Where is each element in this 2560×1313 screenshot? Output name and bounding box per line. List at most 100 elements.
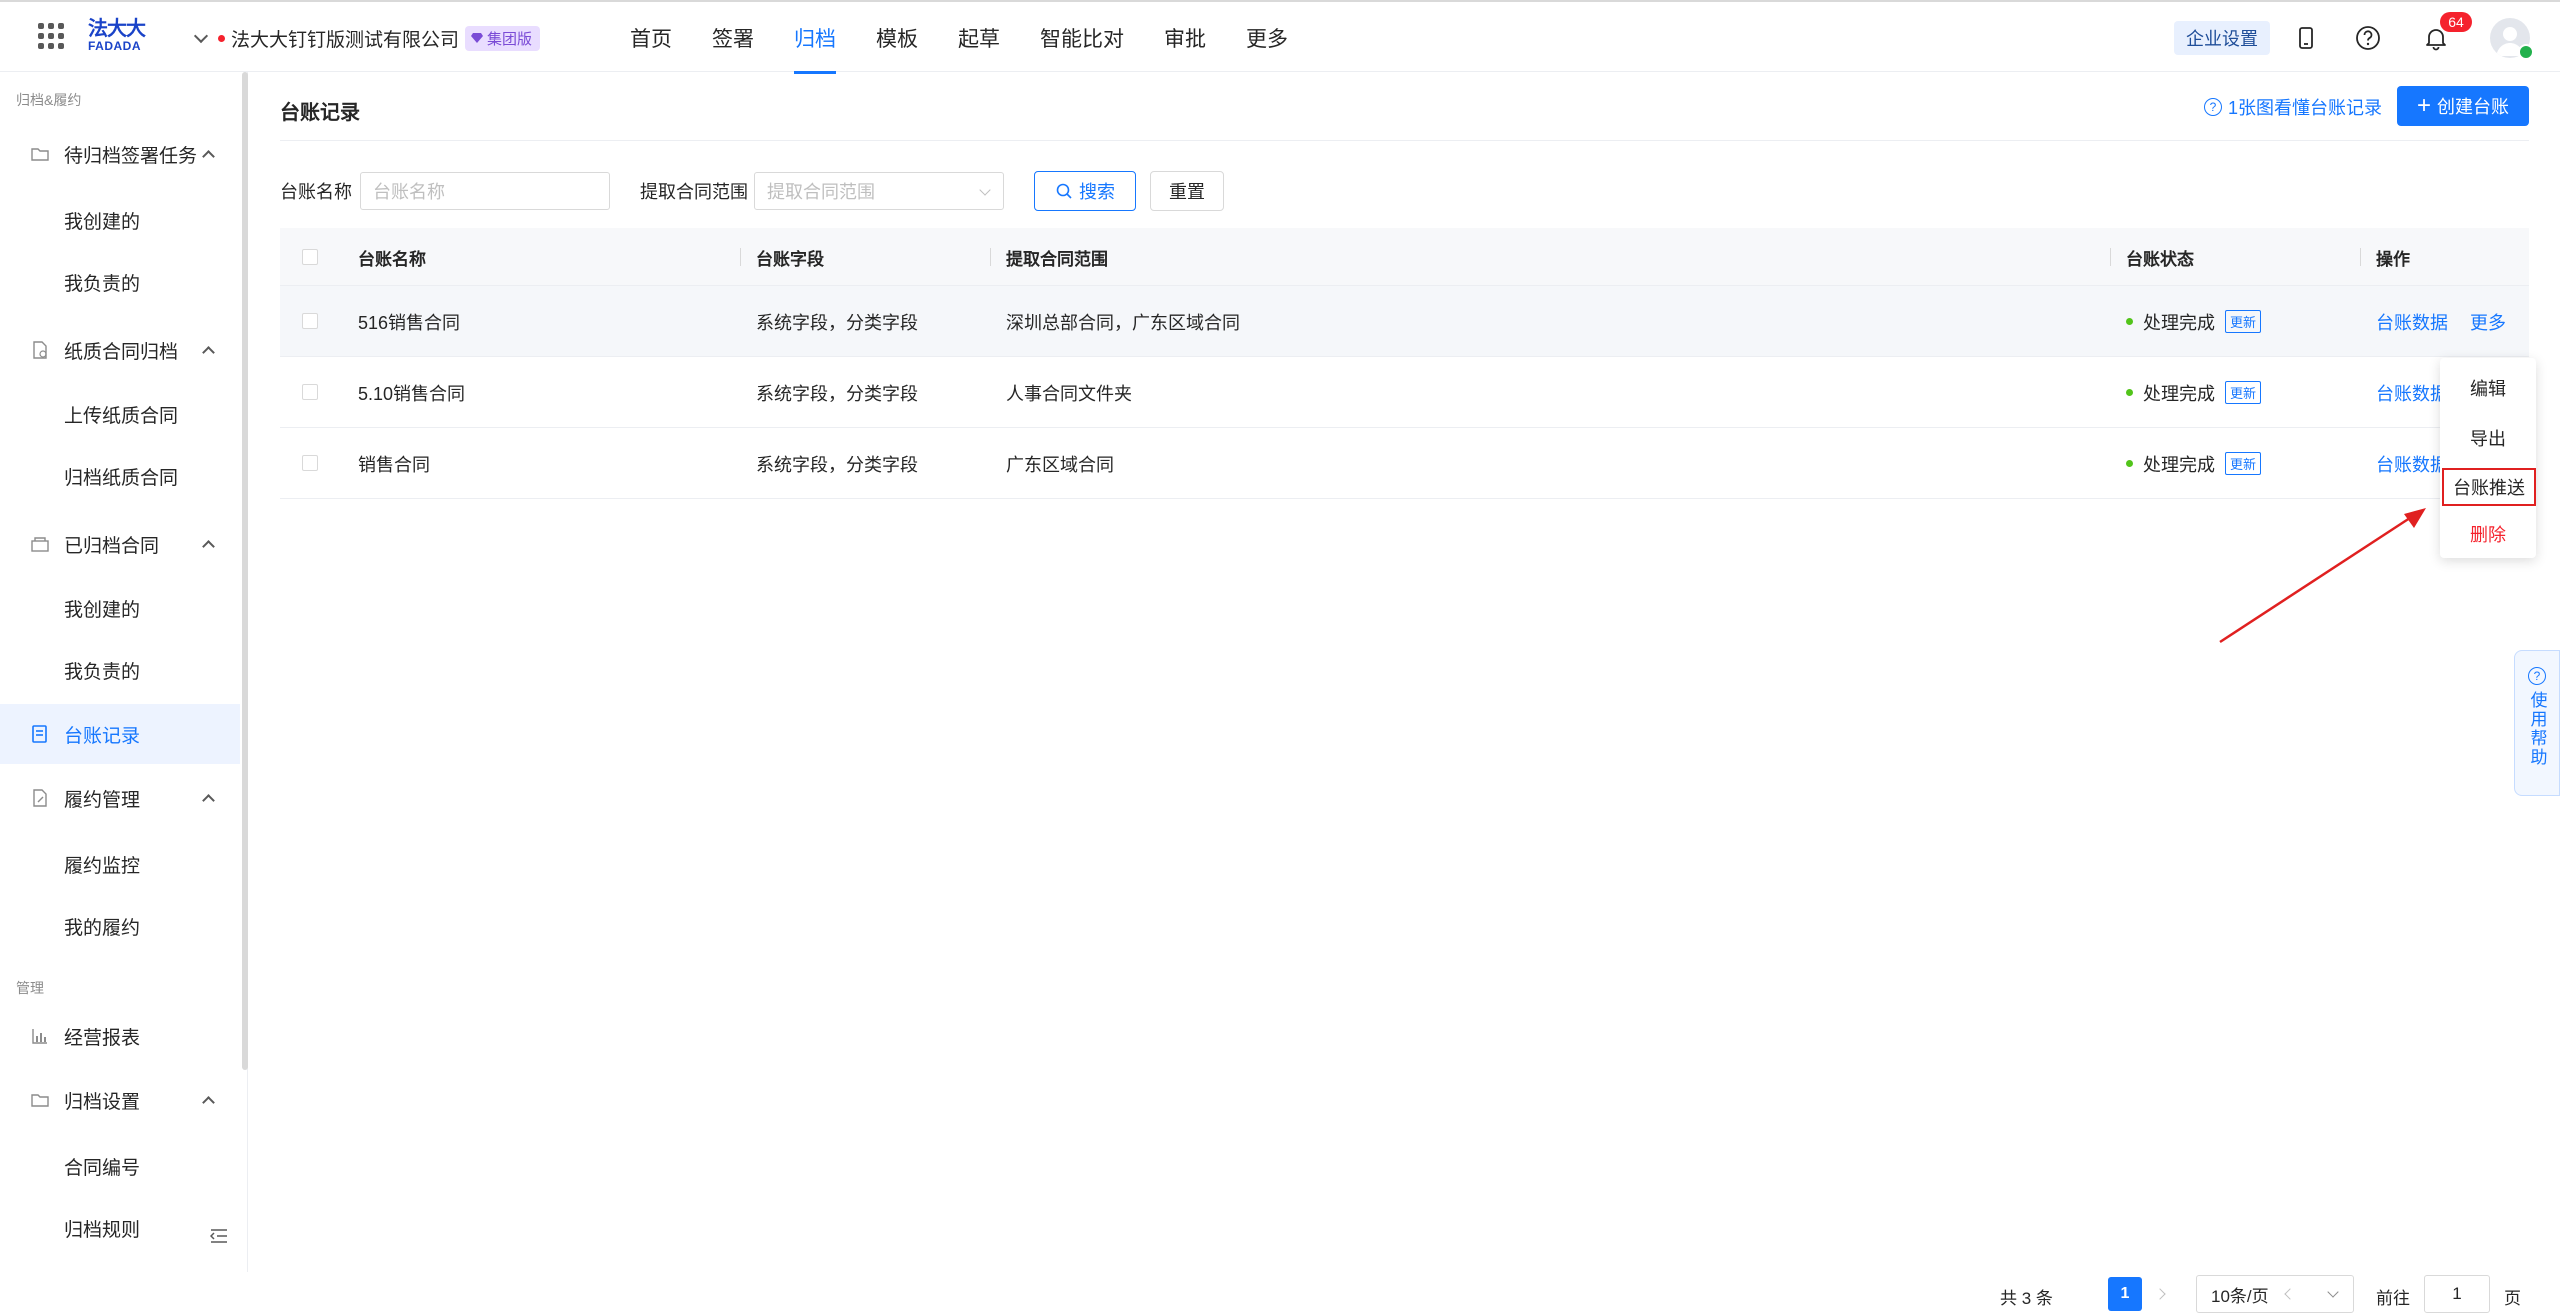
row-checkbox[interactable] [302, 313, 318, 329]
cell-fields: 系统字段，分类字段 [756, 454, 918, 475]
nav-sign[interactable]: 签署 [692, 2, 774, 74]
main-content: 台账记录 ? 1张图看懂台账记录 + 创建台账 台账名称 台账名称 提取合同范围… [248, 72, 2560, 1313]
plus-icon: + [2416, 92, 2431, 119]
sidebar-item-paper-upload[interactable]: 上传纸质合同 [0, 386, 240, 442]
sidebar-item-archive-rules[interactable]: 归档规则 [0, 1200, 240, 1256]
question-circle-icon: ? [2204, 98, 2222, 116]
section-title-archive: 归档&履约 [16, 92, 82, 108]
main-nav: 首页 签署 归档 模板 起草 智能比对 审批 更多 [610, 2, 1308, 74]
nav-template[interactable]: 模板 [856, 2, 938, 74]
cell-actions: 台账数据 [2376, 428, 2448, 499]
sidebar-item-contract-number[interactable]: 合同编号 [0, 1138, 240, 1194]
folder-settings-icon [31, 1094, 49, 1107]
select-all-checkbox[interactable] [302, 249, 318, 265]
nav-compare[interactable]: 智能比对 [1020, 2, 1144, 74]
reset-button[interactable]: 重置 [1150, 171, 1224, 211]
status-dot [2126, 318, 2133, 325]
sidebar-item-performance-mine[interactable]: 我的履约 [0, 898, 240, 954]
column-separator [2110, 248, 2111, 266]
sidebar-item-pending-created[interactable]: 我创建的 [0, 192, 240, 248]
menu-item-edit[interactable]: 编辑 [2440, 364, 2536, 412]
goto-label: 前往 [2376, 1289, 2410, 1308]
nav-approval[interactable]: 审批 [1144, 2, 1226, 74]
filter-range-label: 提取合同范围 [640, 182, 748, 202]
sidebar-group-pending[interactable]: 待归档签署任务 [0, 124, 240, 184]
page-suffix: 页 [2504, 1289, 2521, 1308]
mobile-icon[interactable] [2292, 24, 2320, 52]
goto-page-input[interactable]: 1 [2424, 1275, 2490, 1313]
sidebar-item-archived-created[interactable]: 我创建的 [0, 580, 240, 636]
cell-status: 处理完成 更新 [2126, 428, 2262, 499]
status-dot [218, 34, 225, 42]
chevron-down-icon [2327, 1286, 2339, 1298]
header-name: 台账名称 [358, 249, 426, 269]
floating-help-button[interactable]: ? 使用帮助 [2514, 650, 2560, 796]
table-header: 台账名称 台账字段 提取合同范围 台账状态 操作 [280, 228, 2529, 286]
more-link[interactable]: 更多 [2470, 309, 2506, 335]
nav-draft[interactable]: 起草 [938, 2, 1020, 74]
menu-item-push[interactable]: 台账推送 [2442, 468, 2536, 506]
ledger-table: 台账名称 台账字段 提取合同范围 台账状态 操作 516销售合同 系统字段，分类… [280, 228, 2529, 499]
more-dropdown-menu: 编辑 导出 台账推送 删除 [2440, 358, 2536, 558]
cell-actions: 台账数据 更多 [2376, 286, 2506, 357]
row-checkbox[interactable] [302, 384, 318, 400]
update-tag[interactable]: 更新 [2225, 381, 2262, 404]
menu-item-delete[interactable]: 删除 [2440, 510, 2536, 558]
header-actions: 操作 [2376, 249, 2410, 269]
column-separator [740, 248, 741, 266]
ledger-name-input[interactable]: 台账名称 [360, 172, 610, 210]
sidebar-item-paper-archive[interactable]: 归档纸质合同 [0, 448, 240, 504]
create-ledger-button[interactable]: + 创建台账 [2397, 86, 2529, 126]
collapse-menu-icon[interactable] [210, 1228, 228, 1244]
logo-text-cn: 法大大 [88, 18, 146, 40]
enterprise-settings-button[interactable]: 企业设置 [2174, 21, 2270, 55]
search-button[interactable]: 搜索 [1034, 171, 1136, 211]
page-title: 台账记录 [280, 102, 360, 124]
sidebar-item-reports[interactable]: 经营报表 [0, 1006, 240, 1066]
sidebar-group-settings[interactable]: 归档设置 [0, 1070, 240, 1130]
update-tag[interactable]: 更新 [2225, 452, 2262, 475]
sidebar-group-archived[interactable]: 已归档合同 [0, 514, 240, 574]
ledger-data-link[interactable]: 台账数据 [2376, 451, 2448, 477]
folder-icon [31, 148, 49, 161]
sidebar-group-performance[interactable]: 履约管理 [0, 768, 240, 828]
update-tag[interactable]: 更新 [2225, 310, 2262, 333]
app-grid-icon[interactable] [38, 23, 64, 49]
sidebar-group-paper[interactable]: 纸质合同归档 [0, 320, 240, 380]
ledger-data-link[interactable]: 台账数据 [2376, 309, 2448, 335]
help-guide-link[interactable]: ? 1张图看懂台账记录 [2204, 94, 2382, 120]
nav-home[interactable]: 首页 [610, 2, 692, 74]
sidebar-item-pending-responsible[interactable]: 我负责的 [0, 254, 240, 310]
sidebar-item-ledger[interactable]: 台账记录 [0, 704, 240, 764]
status-dot [2126, 389, 2133, 396]
menu-item-export[interactable]: 导出 [2440, 414, 2536, 462]
cell-range: 人事合同文件夹 [1006, 383, 1132, 404]
page-number-current[interactable]: 1 [2108, 1277, 2142, 1311]
header-range: 提取合同范围 [1006, 249, 1108, 269]
top-bar: 法大大 FADADA 法大大钉钉版测试有限公司 集团版 首页 签署 归档 模板 … [0, 0, 2560, 74]
company-switcher[interactable]: 法大大钉钉版测试有限公司 集团版 [193, 24, 541, 52]
help-icon[interactable] [2354, 24, 2382, 52]
cell-name: 516销售合同 [358, 312, 461, 333]
row-checkbox[interactable] [302, 455, 318, 471]
table-row: 销售合同 系统字段，分类字段 广东区域合同 处理完成 更新 台账数据 [280, 428, 2529, 499]
chevron-up-icon [202, 793, 215, 807]
table-row: 516销售合同 系统字段，分类字段 深圳总部合同，广东区域合同 处理完成 更新 … [280, 286, 2529, 357]
sidebar-item-archived-responsible[interactable]: 我负责的 [0, 642, 240, 698]
sidebar-item-performance-monitor[interactable]: 履约监控 [0, 836, 240, 892]
cell-status: 处理完成 更新 [2126, 357, 2262, 428]
fadada-logo[interactable]: 法大大 FADADA [88, 18, 152, 56]
next-page-icon[interactable] [2154, 1288, 2166, 1300]
ledger-data-link[interactable]: 台账数据 [2376, 380, 2448, 406]
nav-more[interactable]: 更多 [1226, 2, 1308, 74]
cell-range: 广东区域合同 [1006, 454, 1114, 475]
nav-archive[interactable]: 归档 [774, 2, 856, 74]
notification-badge: 64 [2440, 12, 2472, 32]
page-size-select[interactable]: 10条/页 [2196, 1275, 2354, 1313]
contract-range-select[interactable]: 提取合同范围 [754, 172, 1004, 210]
chevron-up-icon [202, 345, 215, 359]
divider [280, 140, 2529, 141]
filter-name-label: 台账名称 [280, 182, 352, 202]
chevron-up-icon [202, 149, 215, 163]
column-separator [990, 248, 991, 266]
